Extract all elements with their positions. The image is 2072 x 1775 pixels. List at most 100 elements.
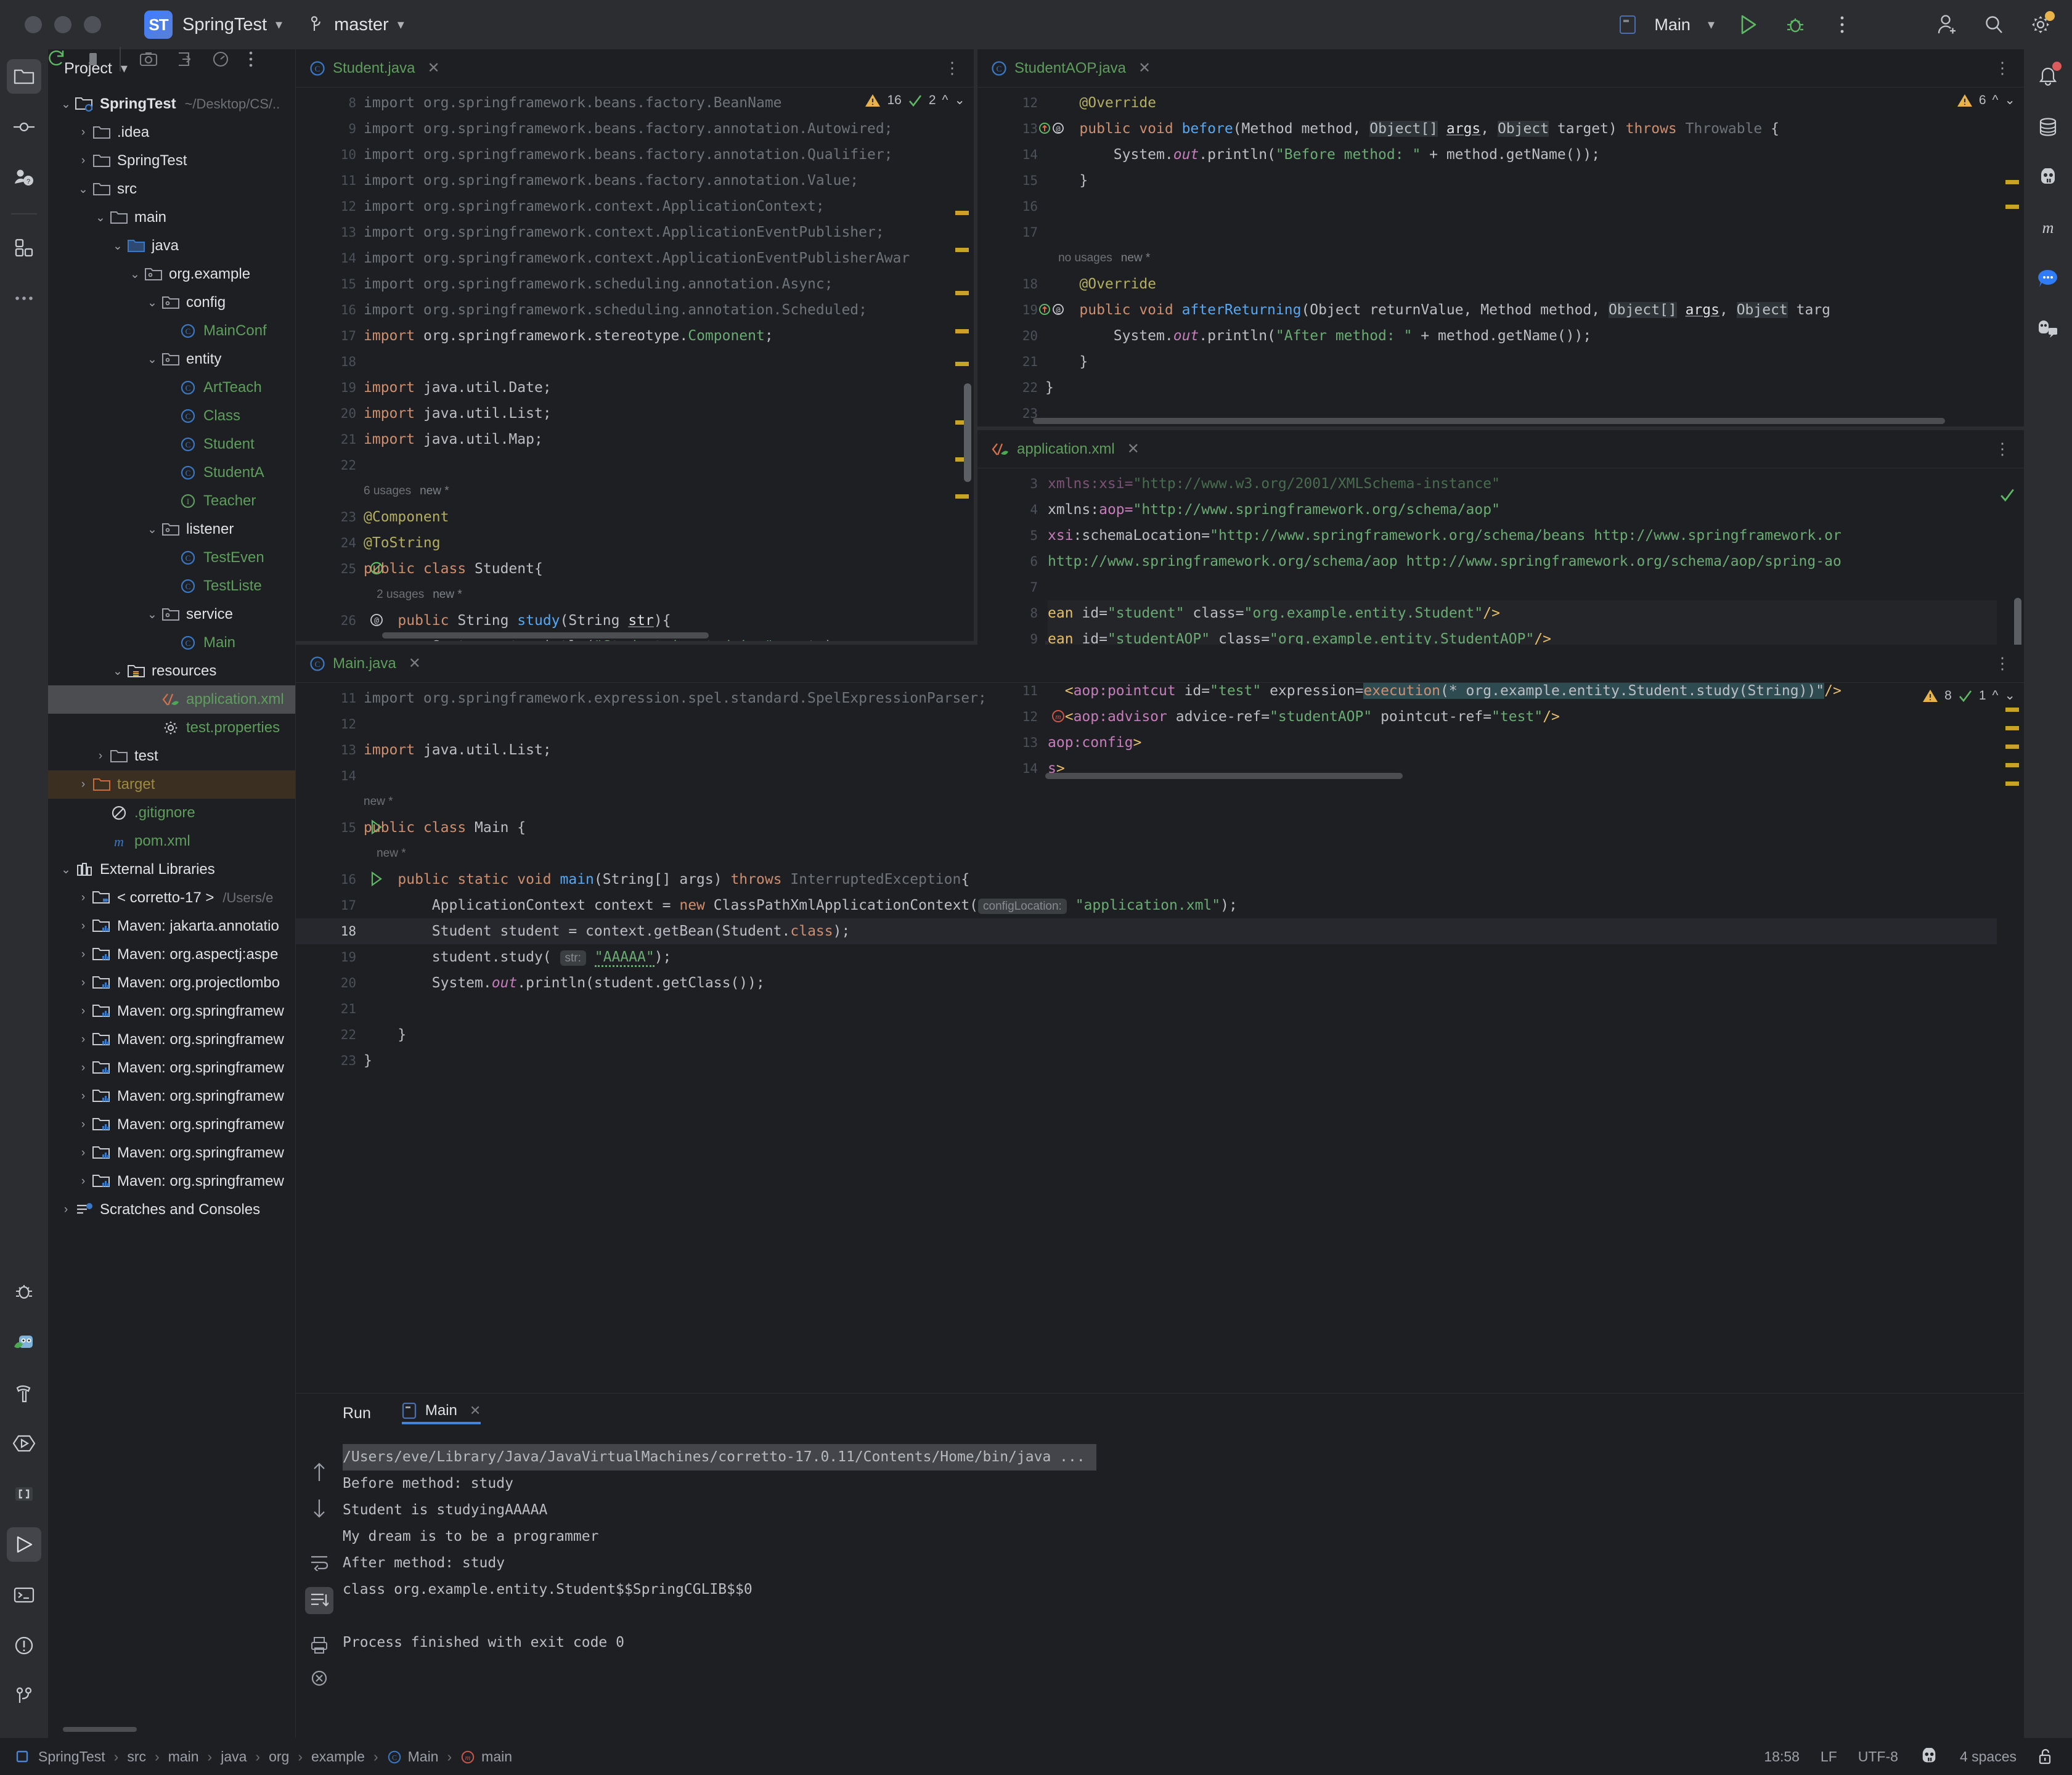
tree-node-entity[interactable]: ⌄entity [48,345,295,373]
close-icon[interactable]: ✕ [1127,440,1140,458]
tree-node-student[interactable]: CStudent [48,430,295,459]
search-icon[interactable] [1981,12,2007,38]
next-problem-icon[interactable]: ⌄ [954,92,965,108]
code-line[interactable]: import org.springframework.scheduling.an… [364,271,947,297]
close-icon[interactable]: ✕ [470,1403,481,1419]
code-line[interactable]: public class Main { [364,815,1997,841]
chevron-down-icon[interactable]: ⌄ [144,523,160,537]
code-line[interactable]: } [1045,375,1997,401]
chevron-down-icon[interactable]: ⌄ [58,863,74,877]
tab-application-xml[interactable]: application.xml ✕ [977,430,1151,468]
code-line[interactable]: public void before(Method method, Object… [1045,116,1997,142]
breadcrumb-item[interactable]: org [269,1748,289,1765]
tree-node-maven-org-springframew[interactable]: ›Maven: org.springframew [48,1111,295,1139]
code-line[interactable]: import java.util.List; [364,737,1997,763]
code-line[interactable]: import java.util.Date; [364,375,947,401]
tool-window-run[interactable] [7,1527,41,1562]
code-line[interactable]: Student student = context.getBean(Studen… [364,918,1997,944]
tab-main-java[interactable]: C Main.java ✕ [296,645,432,683]
tree-node-class[interactable]: CClass [48,402,295,430]
run-configuration-selector[interactable]: Main ▾ [1620,15,1715,35]
code-line[interactable] [364,349,947,375]
tree-node-springtest[interactable]: ⌄SpringTest~/Desktop/CS/.. [48,90,295,118]
more-tool-windows-icon[interactable] [7,281,41,316]
project-horizontal-scrollbar[interactable] [63,1727,137,1732]
chevron-right-icon[interactable]: › [75,891,91,905]
code-with-me-icon[interactable] [2031,312,2065,346]
clear-all-icon[interactable] [311,1670,328,1687]
code-line[interactable]: http://www.springframework.org/schema/ao… [1048,549,1997,574]
ai-assistant-icon[interactable] [2031,160,2065,195]
code-line[interactable]: } [364,1048,1997,1074]
code-line[interactable]: System.out.println("Before method: " + m… [1045,142,1997,168]
chevron-right-icon[interactable]: › [75,778,91,791]
tree-node-idea[interactable]: ›.idea [48,118,295,147]
breadcrumb-item[interactable]: main [168,1748,199,1765]
editor-horizontal-scrollbar[interactable] [382,632,709,639]
code-line[interactable]: @Override [1045,271,1997,297]
maven-icon[interactable]: m [2031,211,2065,245]
chevron-down-icon[interactable]: ▾ [275,17,282,33]
tool-window-project[interactable] [7,59,41,94]
prev-problem-icon[interactable]: ^ [942,93,948,108]
stop-icon[interactable] [85,51,101,68]
next-problem-icon[interactable]: ⌄ [2004,688,2015,703]
camera-icon[interactable] [139,51,158,67]
add-user-icon[interactable] [1934,12,1960,38]
tree-node-springtest[interactable]: ›SpringTest [48,147,295,175]
console-output[interactable]: /Users/eve/Library/Java/JavaVirtualMachi… [343,1433,2024,1738]
code-line[interactable]: @ToString [364,530,947,556]
code-line[interactable] [364,711,1997,737]
code-line[interactable]: import org.springframework.beans.factory… [364,116,947,142]
code-view-student[interactable]: 891011121314151617181920212223242526@272… [296,88,974,641]
code-line[interactable]: import org.springframework.context.Appli… [364,219,947,245]
tree-node-listener[interactable]: ⌄listener [48,515,295,544]
tree-node-target[interactable]: ›target [48,770,295,799]
scroll-up-icon[interactable] [311,1461,327,1482]
chevron-down-icon[interactable]: ⌄ [144,296,160,310]
run-tab-main[interactable]: Main ✕ [402,1402,481,1424]
tree-node-maven-org-aspectj-aspe[interactable]: ›Maven: org.aspectj:aspe [48,941,295,969]
editor-options-icon[interactable]: ⋮ [1994,654,2010,673]
project-tree[interactable]: ⌄SpringTest~/Desktop/CS/..›.idea›SpringT… [48,88,295,1738]
tree-node-java[interactable]: ⌄java [48,232,295,260]
code-line[interactable]: import org.springframework.context.Appli… [364,194,947,219]
code-line[interactable]: xmlns:aop="http://www.springframework.or… [1048,497,1997,523]
editor-options-icon[interactable]: ⋮ [1994,439,2010,459]
line-separator-label[interactable]: LF [1821,1748,1837,1765]
tool-window-maven[interactable] [7,1477,41,1511]
tool-window-ai-assistant[interactable]: ? [7,160,41,195]
encoding-label[interactable]: UTF-8 [1858,1748,1898,1765]
tool-window-build[interactable] [7,1376,41,1410]
tree-node-maven-org-springframew[interactable]: ›Maven: org.springframew [48,1082,295,1111]
tool-window-debug[interactable] [7,1275,41,1309]
chevron-down-icon[interactable]: ⌄ [110,664,126,679]
debug-button[interactable] [1782,12,1808,38]
tree-node-artteach[interactable]: CArtTeach [48,373,295,402]
chevron-down-icon[interactable]: ▾ [1708,17,1715,33]
tool-window-structure[interactable] [7,231,41,265]
code-line[interactable]: @Component [364,504,947,530]
print-icon[interactable] [311,1636,328,1654]
close-icon[interactable]: ✕ [1138,59,1151,77]
code-line[interactable]: System.out.println("After method: " + me… [1045,323,1997,349]
chevron-right-icon[interactable]: › [75,1175,91,1188]
chevron-right-icon[interactable]: › [75,1033,91,1047]
code-text[interactable]: @Override public void before(Method meth… [1045,88,1997,426]
code-line[interactable] [364,763,1997,789]
tree-node-application-xml[interactable]: application.xml [48,685,295,714]
tree-node-maven-org-springframew[interactable]: ›Maven: org.springframew [48,997,295,1026]
editor-options-icon[interactable]: ⋮ [1994,59,2010,78]
tree-node-test[interactable]: ›test [48,742,295,770]
code-line[interactable] [1045,219,1997,245]
code-line[interactable]: import java.util.List; [364,401,947,426]
tree-node-pom-xml[interactable]: mpom.xml [48,827,295,855]
code-line[interactable]: } [364,1022,1997,1048]
code-line[interactable]: System.out.println(student.getClass()); [364,970,1997,996]
code-line[interactable]: import org.springframework.beans.factory… [364,168,947,194]
code-line[interactable] [1045,194,1997,219]
usages-inlay[interactable]: 6 usagesnew * [364,478,947,504]
code-line[interactable]: student.study( str: "AAAAA"); [364,944,1997,970]
error-stripe-main[interactable] [1997,683,2024,1393]
chevron-right-icon[interactable]: › [58,1203,74,1217]
